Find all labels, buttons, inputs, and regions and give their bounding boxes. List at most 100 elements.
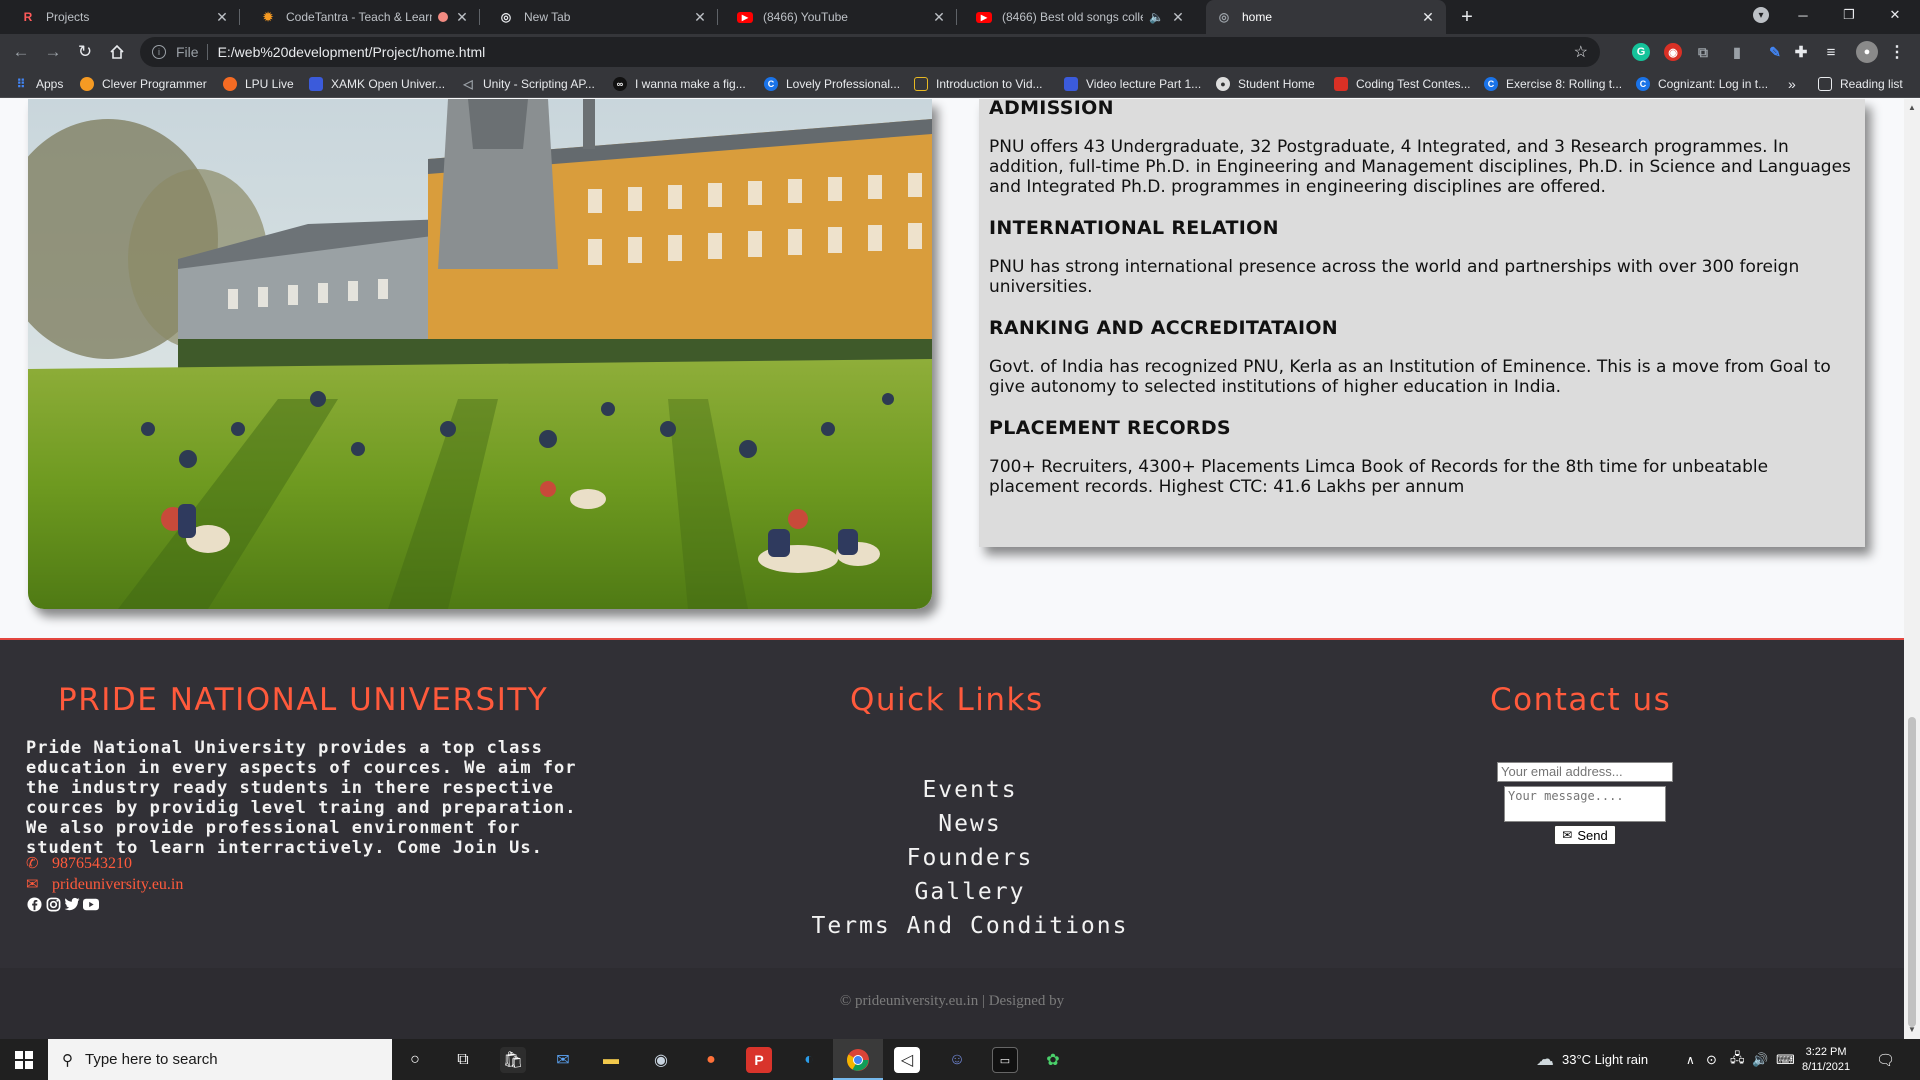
quick-link-news[interactable]: News <box>760 807 1180 841</box>
bookmark-clever-programmer[interactable]: Clever Programmer <box>80 76 207 92</box>
close-icon[interactable]: ✕ <box>214 9 230 26</box>
bookmark-student-home[interactable]: ● Student Home <box>1216 76 1315 92</box>
maximize-button[interactable]: ❐ <box>1826 0 1872 30</box>
avatar[interactable]: ● <box>1856 41 1878 63</box>
cloud-rain-icon: ☁ <box>1536 1049 1554 1069</box>
info-card: ADMISSION PNU offers 43 Undergraduate, 3… <box>979 99 1865 547</box>
tab-separator <box>956 9 957 25</box>
tray-app-icon[interactable]: ⊙ <box>1706 1039 1717 1080</box>
close-icon[interactable]: ✕ <box>1170 9 1186 26</box>
more-bookmarks-button[interactable]: » <box>1788 76 1796 92</box>
back-button[interactable]: ← <box>8 39 34 65</box>
bookmark-coding-test[interactable]: Coding Test Contes... <box>1334 76 1471 92</box>
edge-icon[interactable]: ◐ <box>796 1047 822 1073</box>
info-icon[interactable]: i <box>152 45 166 59</box>
unity-hub-icon[interactable]: ◁ <box>894 1047 920 1073</box>
notification-icon[interactable]: 🗨 <box>1876 1039 1895 1080</box>
quick-link-founders[interactable]: Founders <box>760 841 1180 875</box>
scrollbar-thumb[interactable] <box>1908 717 1916 1027</box>
minimize-button[interactable]: ─ <box>1780 0 1826 30</box>
cortana-icon[interactable]: ○ <box>402 1047 428 1073</box>
facebook-icon[interactable] <box>26 896 42 912</box>
scroll-down-icon[interactable]: ▼ <box>1908 1025 1916 1034</box>
forward-button[interactable]: → <box>40 39 66 65</box>
task-view-icon[interactable]: ⧉ <box>450 1047 476 1073</box>
tab-codetantra[interactable]: ✹ CodeTantra - Teach & Learn ✕ <box>250 0 480 34</box>
powerpoint-icon[interactable]: P <box>746 1047 772 1073</box>
bookmark-lpu-live[interactable]: LPU Live <box>223 76 294 92</box>
footer-email[interactable]: ✉ prideuniversity.eu.in <box>26 875 183 894</box>
tab-search-button[interactable]: ▾ <box>1738 0 1784 30</box>
file-explorer-icon[interactable]: ▬ <box>598 1047 624 1073</box>
store-icon[interactable]: 🛍 <box>500 1047 526 1073</box>
network-icon[interactable]: 🖧 <box>1730 1039 1745 1080</box>
instagram-icon[interactable] <box>45 896 61 912</box>
bookmark-apps[interactable]: ⠿ Apps <box>14 76 64 92</box>
bookmark-xamk[interactable]: XAMK Open Univer... <box>309 76 445 92</box>
grammarly-icon[interactable]: G <box>1632 43 1650 61</box>
quick-link-gallery[interactable]: Gallery <box>760 875 1180 909</box>
twitter-icon[interactable] <box>64 896 80 912</box>
tab-projects[interactable]: R Projects ✕ <box>10 0 240 34</box>
extension-gray-icon[interactable]: ▮ <box>1728 43 1746 61</box>
copy-extension-icon[interactable]: ⧉ <box>1694 43 1712 61</box>
youtube-icon[interactable] <box>83 896 99 912</box>
start-button[interactable] <box>0 1039 48 1080</box>
close-icon[interactable]: ✕ <box>692 9 708 26</box>
firefox-icon[interactable]: ● <box>698 1047 724 1073</box>
discord-icon[interactable]: ☺ <box>944 1047 970 1073</box>
bookmark-unity[interactable]: ◁ Unity - Scripting AP... <box>461 76 594 92</box>
speaker-icon[interactable]: 🔈 <box>1149 10 1164 24</box>
terminal-icon[interactable]: ▭ <box>992 1047 1018 1073</box>
close-icon[interactable]: ✕ <box>454 9 470 26</box>
taskbar-search[interactable]: ⚲ Type here to search <box>48 1039 392 1080</box>
app-green-icon[interactable]: ✿ <box>1040 1047 1066 1073</box>
menu-icon[interactable]: ⋮ <box>1888 43 1906 61</box>
email-input[interactable]: Your email address... <box>1497 762 1673 782</box>
bookmark-cognizant[interactable]: C Cognizant: Log in t... <box>1636 76 1768 92</box>
home-button[interactable] <box>104 39 130 65</box>
send-button[interactable]: ✉ Send <box>1554 825 1616 845</box>
tab-title: home <box>1242 10 1273 24</box>
keyboard-icon[interactable]: ⌨ <box>1776 1039 1795 1080</box>
close-icon[interactable]: ✕ <box>931 9 947 26</box>
bookmark-figure[interactable]: ∞ I wanna make a fig... <box>613 76 746 92</box>
chrome-icon[interactable] <box>845 1047 871 1073</box>
footer-phone[interactable]: ✆ 9876543210 <box>26 854 132 873</box>
close-window-button[interactable]: ✕ <box>1872 0 1918 30</box>
bookmark-exercise[interactable]: C Exercise 8: Rolling t... <box>1484 76 1622 92</box>
volume-icon[interactable]: 🔊 <box>1752 1039 1768 1080</box>
quick-link-events[interactable]: Events <box>760 773 1180 807</box>
bookmark-video-lecture[interactable]: Video lecture Part 1... <box>1064 76 1201 92</box>
reload-button[interactable]: ↻ <box>72 39 98 65</box>
message-textarea[interactable]: Your message.... <box>1504 786 1666 822</box>
tray-expand-icon[interactable]: ∧ <box>1686 1039 1695 1080</box>
puzzle-icon[interactable]: ✚ <box>1792 43 1810 61</box>
mail-icon[interactable]: ✉ <box>550 1047 576 1073</box>
clock[interactable]: 3:22 PM 8/11/2021 <box>1802 1039 1850 1080</box>
scroll-up-icon[interactable]: ▲ <box>1908 103 1916 112</box>
bookmark-star-icon[interactable]: ☆ <box>1574 42 1588 62</box>
home-icon <box>110 44 124 59</box>
weather-widget[interactable]: ☁ 33°C Light rain <box>1536 1039 1648 1080</box>
address-bar[interactable]: i File E:/web%20development/Project/home… <box>140 37 1600 67</box>
bookmark-intro-video[interactable]: Introduction to Vid... <box>914 76 1043 92</box>
media-control-icon[interactable]: ≡ <box>1822 43 1840 61</box>
tab-youtube-songs[interactable]: ▶ (8466) Best old songs collect 🔈 ✕ <box>966 0 1196 34</box>
extension-blue-icon[interactable]: ✎ <box>1766 43 1784 61</box>
tab-new-tab[interactable]: ◎ New Tab ✕ <box>488 0 718 34</box>
tab-youtube[interactable]: ▶ (8466) YouTube ✕ <box>727 0 957 34</box>
extension-red-icon[interactable]: ◉ <box>1664 43 1682 61</box>
reading-list-button[interactable]: Reading list <box>1818 76 1903 92</box>
tab-home[interactable]: ◎ home ✕ <box>1206 0 1446 34</box>
bookmark-lovely-professional[interactable]: C Lovely Professional... <box>764 76 900 92</box>
tab-favicon-icon: ◎ <box>1218 10 1230 24</box>
new-tab-button[interactable]: + <box>1454 4 1480 30</box>
bookmark-label: LPU Live <box>245 77 294 91</box>
page-scrollbar[interactable]: ▲ ▼ <box>1904 99 1920 1039</box>
close-icon[interactable]: ✕ <box>1420 9 1436 26</box>
bookmark-label: Introduction to Vid... <box>936 77 1043 91</box>
url-text[interactable]: E:/web%20development/Project/home.html <box>218 44 486 60</box>
steam-icon[interactable]: ◉ <box>648 1047 674 1073</box>
quick-link-terms[interactable]: Terms And Conditions <box>760 909 1180 943</box>
